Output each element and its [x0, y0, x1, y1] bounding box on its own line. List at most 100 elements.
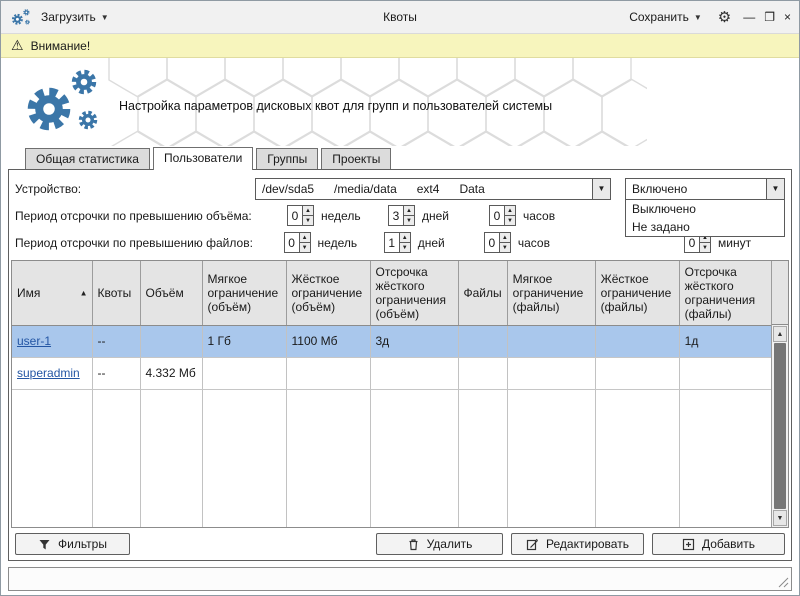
user-link[interactable]: user-1 — [17, 334, 51, 348]
table-row[interactable]: user-1 -- 1 Гб 1100 Мб 3д 1д — [12, 325, 771, 357]
quota-controls: Устройство: /dev/sda5 /media/data ext4 D… — [9, 170, 791, 258]
spin-down-icon[interactable]: ▼ — [500, 243, 510, 252]
trash-icon — [407, 538, 420, 551]
chevron-down-icon[interactable]: ▼ — [766, 179, 784, 199]
col-grace-files[interactable]: Отсрочка жёсткого ограничения (файлы) — [679, 261, 771, 325]
cell-soft-volume: 1 Гб — [202, 325, 286, 357]
maximize-button[interactable]: ❐ — [764, 10, 775, 24]
spin-down-icon[interactable]: ▼ — [303, 216, 313, 225]
volume-weeks-spinner[interactable]: 0 ▲▼ — [287, 205, 314, 226]
quota-table: Имя ▲ Квоты Объём Мягкое ограничение (об… — [11, 260, 789, 528]
quota-state-value: Включено — [626, 179, 766, 199]
volume-days-spinner[interactable]: 3 ▲▼ — [388, 205, 415, 226]
users-panel: Устройство: /dev/sda5 /media/data ext4 D… — [8, 169, 792, 561]
spin-up-icon[interactable]: ▲ — [300, 233, 310, 243]
cell-volume — [140, 325, 202, 357]
minutes-unit-label: минут — [711, 236, 785, 250]
col-soft-files[interactable]: Мягкое ограничение (файлы) — [507, 261, 595, 325]
load-menu-button[interactable]: Загрузить ▼ — [37, 8, 113, 26]
col-quotas[interactable]: Квоты — [92, 261, 140, 325]
quota-state-dropdown-list: Выключено Не задано — [625, 199, 785, 237]
spin-up-icon[interactable]: ▲ — [303, 206, 313, 216]
tab-users[interactable]: Пользователи — [153, 147, 253, 170]
spin-down-icon[interactable]: ▼ — [700, 243, 710, 252]
days-unit-label: дней — [415, 209, 489, 223]
tab-projects[interactable]: Проекты — [321, 148, 391, 169]
spin-down-icon[interactable]: ▼ — [505, 216, 515, 225]
files-days-spinner[interactable]: 1 ▲▼ — [384, 232, 411, 253]
cell-hard-files — [595, 357, 679, 389]
cell-soft-files — [507, 325, 595, 357]
add-button[interactable]: Добавить — [652, 533, 785, 555]
col-hard-volume[interactable]: Жёсткое ограничение (объём) — [286, 261, 370, 325]
tab-groups[interactable]: Группы — [256, 148, 318, 169]
grace-volume-label: Период отсрочки по превышению объёма: — [15, 209, 287, 223]
minimize-button[interactable]: — — [743, 10, 755, 24]
spin-up-icon[interactable]: ▲ — [400, 233, 410, 243]
plus-icon — [682, 538, 695, 551]
load-menu-label: Загрузить — [41, 10, 96, 24]
cell-grace-files: 1д — [679, 325, 771, 357]
volume-hours-spinner[interactable]: 0 ▲▼ — [489, 205, 516, 226]
user-link[interactable]: superadmin — [17, 366, 80, 380]
cell-hard-files — [595, 325, 679, 357]
files-hours-spinner[interactable]: 0 ▲▼ — [484, 232, 511, 253]
chevron-down-icon[interactable]: ▼ — [592, 179, 610, 199]
dropdown-option-notset[interactable]: Не задано — [626, 218, 784, 236]
weeks-unit-label: недель — [311, 236, 384, 250]
table-header-row: Имя ▲ Квоты Объём Мягкое ограничение (об… — [12, 261, 771, 325]
files-weeks-spinner[interactable]: 0 ▲▼ — [284, 232, 311, 253]
app-gears-icon — [9, 7, 33, 28]
col-soft-volume[interactable]: Мягкое ограничение (объём) — [202, 261, 286, 325]
edit-pencil-icon — [526, 538, 539, 551]
save-menu-button[interactable]: Сохранить ▼ — [625, 8, 706, 26]
scroll-up-button[interactable]: ▲ — [773, 326, 787, 342]
close-button[interactable]: × — [784, 10, 791, 24]
cell-grace-volume — [370, 357, 458, 389]
filters-button[interactable]: Фильтры — [15, 533, 130, 555]
cell-quotas: -- — [92, 357, 140, 389]
cell-soft-files — [507, 357, 595, 389]
delete-button[interactable]: Удалить — [376, 533, 503, 555]
cell-hard-volume: 1100 Мб — [286, 325, 370, 357]
window-controls: — ❐ × — [743, 10, 791, 24]
col-hard-files[interactable]: Жёсткое ограничение (файлы) — [595, 261, 679, 325]
cell-grace-volume: 3д — [370, 325, 458, 357]
col-name[interactable]: Имя ▲ — [12, 261, 92, 325]
table-row[interactable]: superadmin -- 4.332 Мб — [12, 357, 771, 389]
spin-up-icon[interactable]: ▲ — [500, 233, 510, 243]
spin-up-icon[interactable]: ▲ — [404, 206, 414, 216]
action-bar: Фильтры Удалить Редактировать — [9, 528, 791, 560]
warning-text: Внимание! — [31, 39, 91, 53]
vertical-scrollbar: ▲ ▼ — [771, 261, 788, 527]
save-menu-label: Сохранить — [629, 10, 689, 24]
col-files[interactable]: Файлы — [458, 261, 507, 325]
warning-icon: ⚠ — [11, 37, 24, 54]
spin-up-icon[interactable]: ▲ — [505, 206, 515, 216]
gears-logo — [17, 61, 109, 143]
col-volume[interactable]: Объём — [140, 261, 202, 325]
scroll-down-button[interactable]: ▼ — [773, 510, 787, 526]
filter-funnel-icon — [38, 538, 51, 551]
edit-button[interactable]: Редактировать — [511, 533, 644, 555]
col-grace-volume[interactable]: Отсрочка жёсткого ограничения (объём) — [370, 261, 458, 325]
tab-bar: Общая статистика Пользователи Группы Про… — [25, 146, 799, 169]
quota-state-select[interactable]: Включено ▼ — [625, 178, 785, 200]
warning-bar: ⚠ Внимание! — [1, 34, 799, 58]
cell-files — [458, 357, 507, 389]
spin-down-icon[interactable]: ▼ — [300, 243, 310, 252]
cell-volume: 4.332 Мб — [140, 357, 202, 389]
tab-general-statistics[interactable]: Общая статистика — [25, 148, 150, 169]
weeks-unit-label: недель — [314, 209, 388, 223]
scrollbar-thumb[interactable] — [774, 343, 786, 509]
app-window: Загрузить ▼ Квоты Сохранить ▼ ⚙ — ❐ × ⚠ … — [0, 0, 800, 596]
spin-down-icon[interactable]: ▼ — [400, 243, 410, 252]
settings-gear-icon[interactable]: ⚙ — [718, 8, 731, 26]
spin-down-icon[interactable]: ▼ — [404, 216, 414, 225]
chevron-down-icon: ▼ — [101, 13, 109, 22]
dropdown-option-disabled[interactable]: Выключено — [626, 200, 784, 218]
banner: Настройка параметров дисковых квот для г… — [1, 58, 799, 146]
resize-grip[interactable] — [778, 577, 789, 588]
device-select[interactable]: /dev/sda5 /media/data ext4 Data ▼ — [255, 178, 611, 200]
grace-files-label: Период отсрочки по превышению файлов: — [15, 236, 284, 250]
